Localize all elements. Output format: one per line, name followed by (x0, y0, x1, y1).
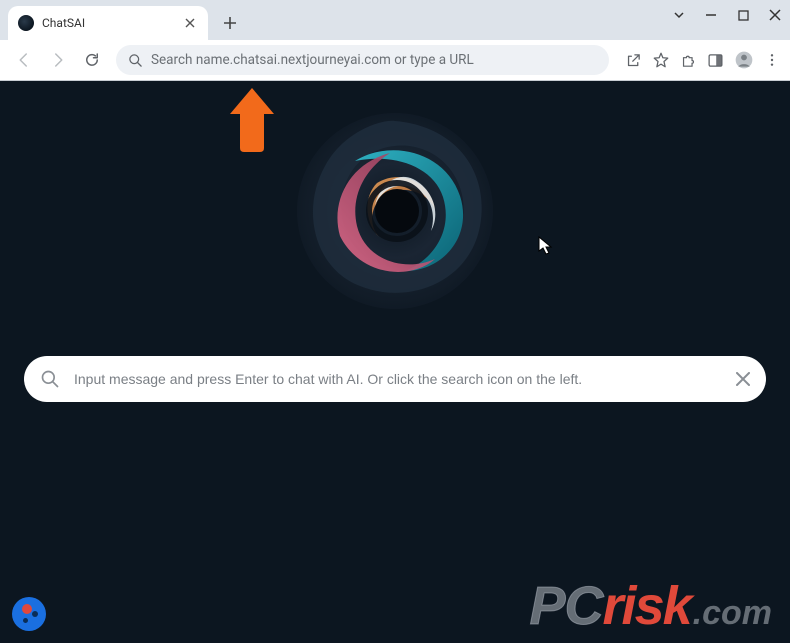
forward-icon (49, 51, 67, 69)
address-bar[interactable]: Search name.chatsai.nextjourneyai.com or… (116, 45, 609, 75)
address-text: Search name.chatsai.nextjourneyai.com or… (151, 52, 597, 68)
kebab-icon[interactable] (764, 52, 780, 68)
toolbar: Search name.chatsai.nextjourneyai.com or… (0, 40, 790, 80)
puzzle-icon[interactable] (680, 52, 697, 69)
annotation-arrow (230, 88, 290, 152)
search-icon[interactable] (40, 369, 60, 389)
minimize-icon[interactable] (704, 8, 718, 22)
maximize-icon[interactable] (736, 8, 750, 22)
star-icon[interactable] (652, 51, 670, 69)
close-icon[interactable] (182, 15, 198, 31)
active-tab[interactable]: ChatSAI (8, 6, 208, 40)
watermark-risk: risk (603, 575, 691, 637)
tab-favicon (18, 15, 34, 31)
browser-chrome: ChatSAI (0, 0, 790, 81)
window-close-icon[interactable] (768, 8, 782, 22)
watermark-pc: PC (530, 575, 603, 637)
hero-area (0, 81, 790, 311)
watermark-com: .com (693, 594, 772, 633)
forward-button[interactable] (44, 46, 72, 74)
clear-icon[interactable] (736, 372, 750, 386)
profile-icon[interactable] (734, 50, 754, 70)
tab-title: ChatSAI (42, 16, 174, 30)
corner-badge[interactable] (12, 597, 46, 631)
page-search-wrap (24, 356, 766, 402)
reload-icon (83, 51, 101, 69)
toolbar-actions (619, 50, 780, 70)
page-content: PC risk .com (0, 81, 790, 643)
titlebar: ChatSAI (0, 0, 790, 40)
side-panel-icon[interactable] (707, 52, 724, 69)
search-icon (128, 53, 143, 68)
plus-icon (223, 16, 237, 30)
page-search-bar (24, 356, 766, 402)
chevron-down-icon[interactable] (672, 8, 686, 22)
window-controls (672, 8, 782, 22)
new-tab-button[interactable] (216, 9, 244, 37)
cursor-icon (538, 236, 554, 256)
share-icon[interactable] (625, 52, 642, 69)
watermark: PC risk .com (530, 575, 772, 637)
chat-input[interactable] (74, 371, 722, 387)
reload-button[interactable] (78, 46, 106, 74)
back-icon (15, 51, 33, 69)
back-button[interactable] (10, 46, 38, 74)
vortex-logo (295, 111, 495, 311)
